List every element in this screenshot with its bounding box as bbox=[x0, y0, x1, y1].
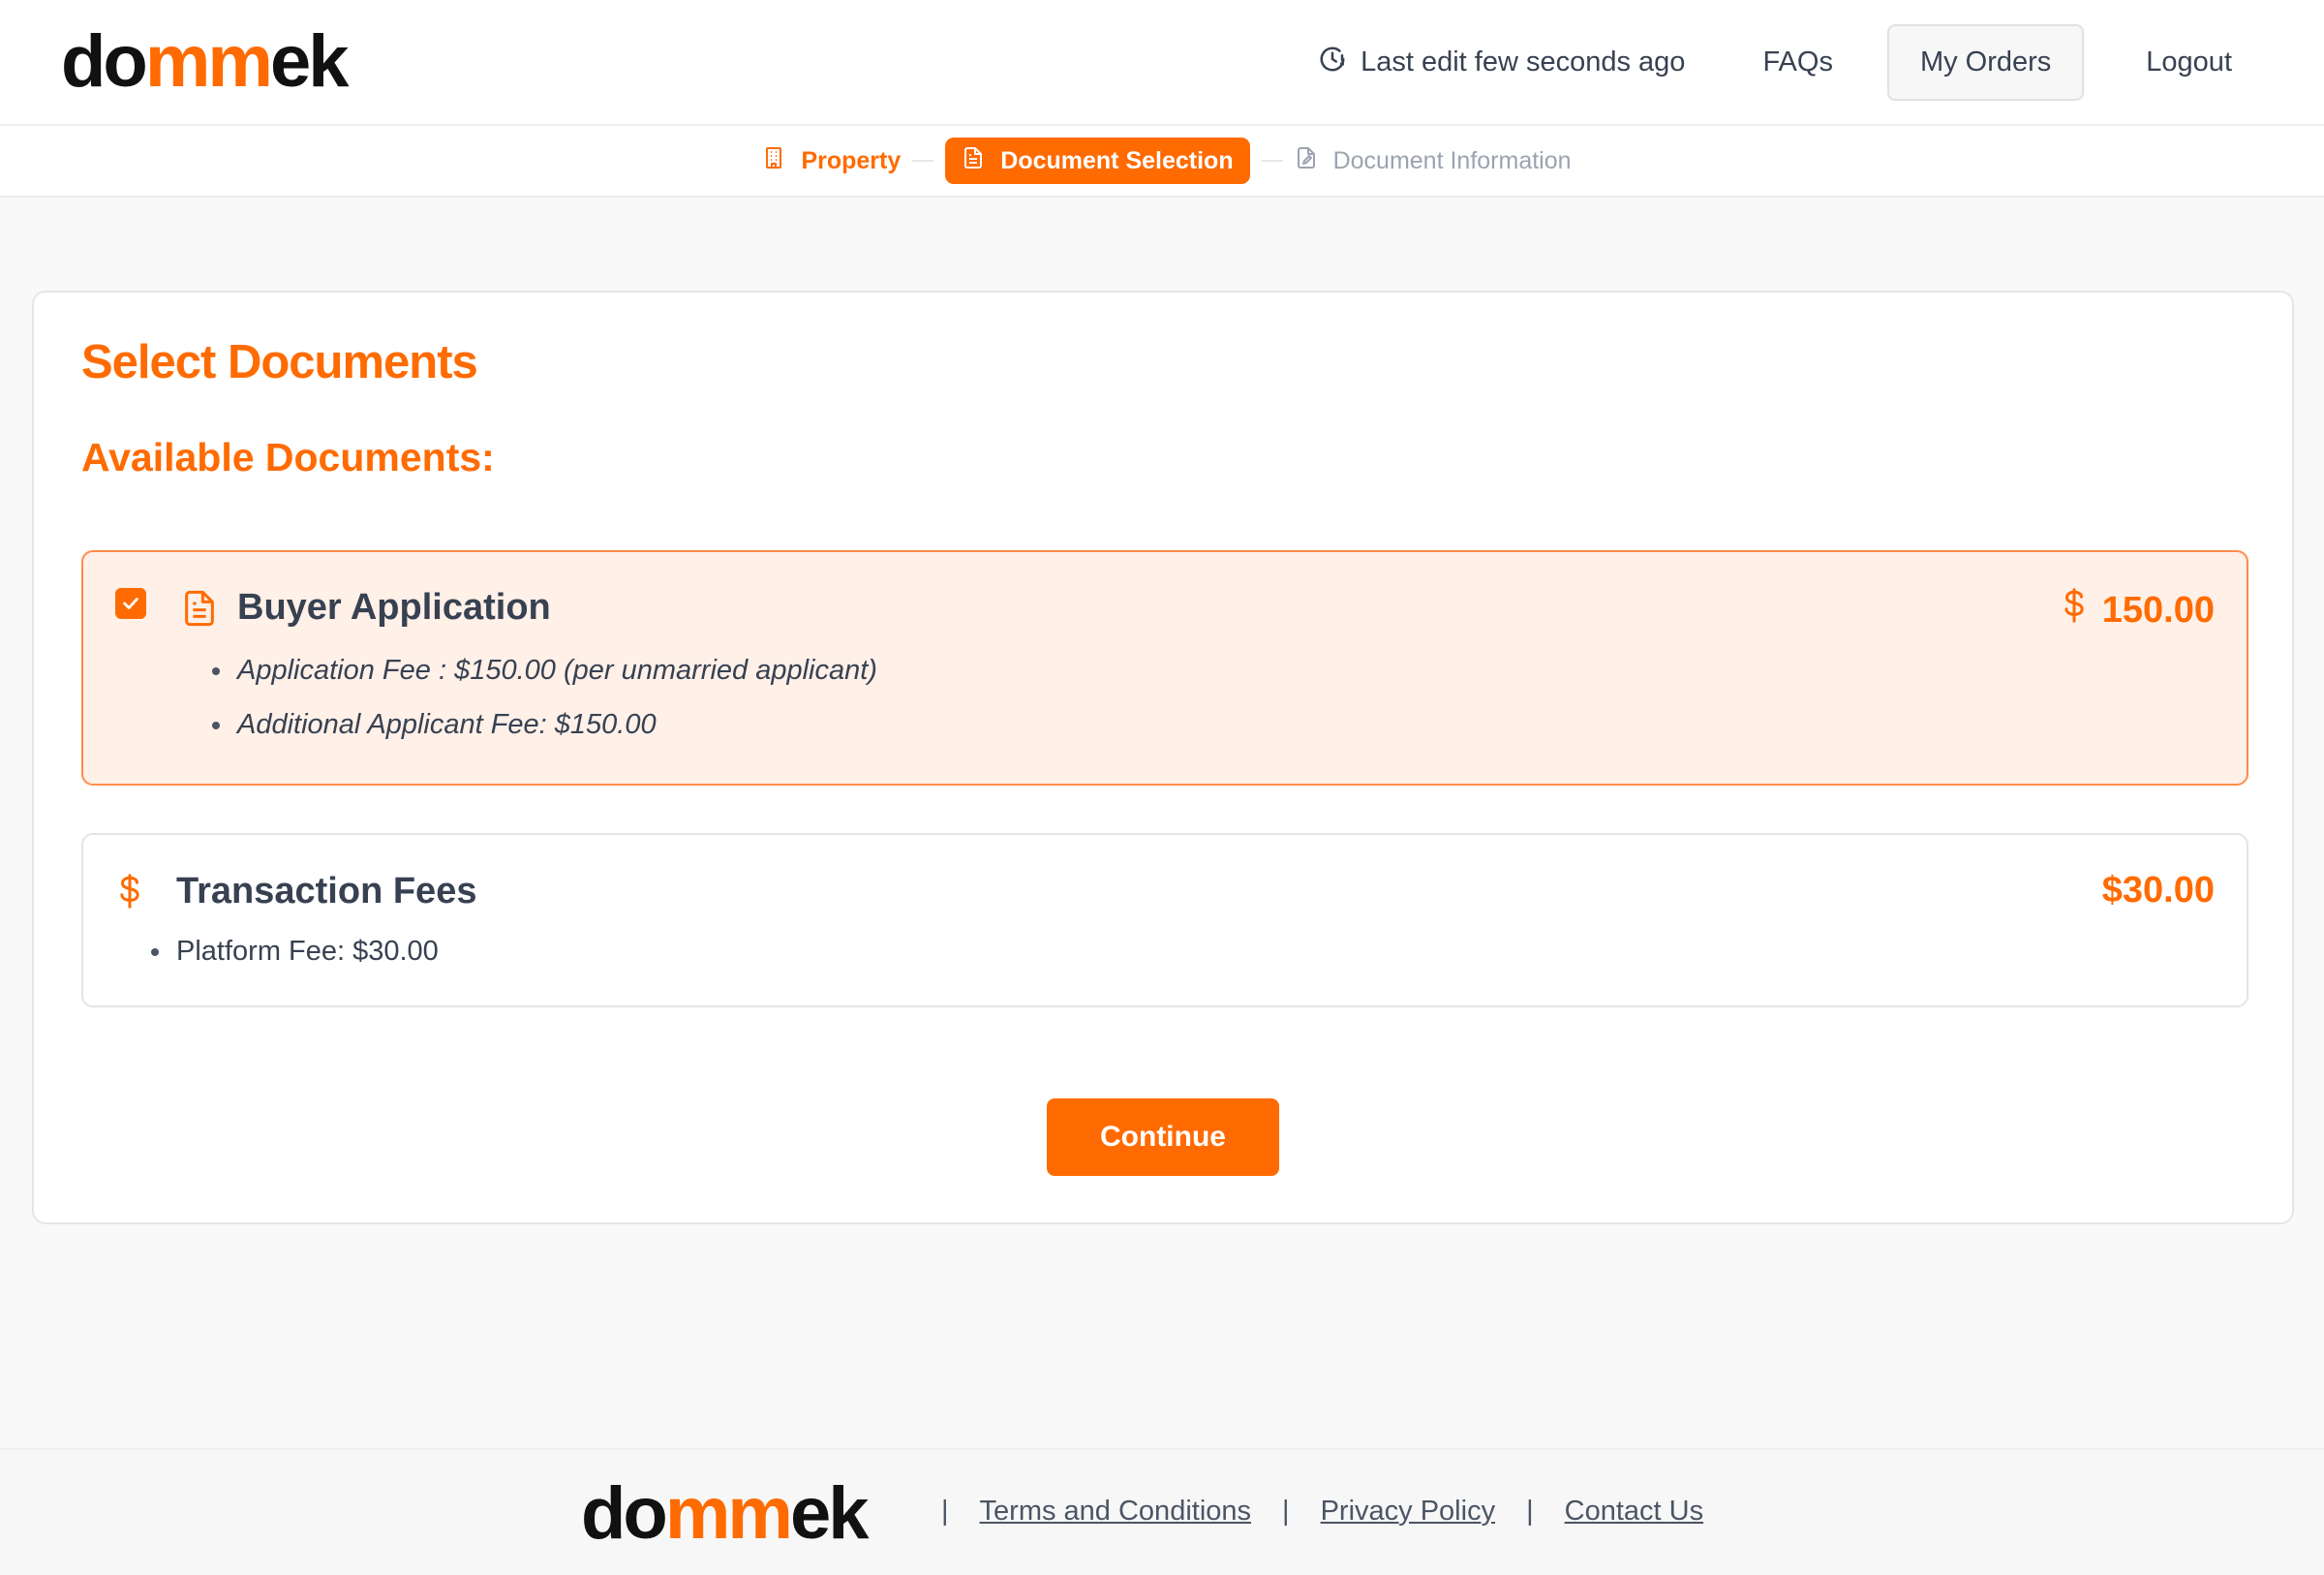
privacy-policy-link[interactable]: Privacy Policy bbox=[1321, 1496, 1496, 1528]
list-item: Additional Applicant Fee: $150.00 bbox=[212, 697, 877, 752]
continue-button[interactable]: Continue bbox=[1047, 1098, 1279, 1176]
step-document-information[interactable]: Document Information bbox=[1295, 138, 1572, 184]
document-icon bbox=[962, 146, 1000, 176]
step-connector bbox=[1261, 160, 1283, 162]
fees-price: $30.00 bbox=[2101, 870, 2215, 911]
fees-title: Transaction Fees bbox=[176, 871, 477, 911]
contact-us-link[interactable]: Contact Us bbox=[1565, 1496, 1703, 1528]
page-title: Select Documents bbox=[81, 336, 478, 388]
footer-links: | Terms and Conditions | Privacy Policy … bbox=[910, 1487, 1703, 1535]
list-item: Application Fee : $150.00 (per unmarried… bbox=[212, 643, 877, 697]
document-option-buyer-application[interactable]: Buyer Application 150.00 Application Fee… bbox=[81, 550, 2248, 786]
document-price: 150.00 bbox=[2060, 587, 2215, 633]
dollar-icon bbox=[115, 872, 144, 915]
clock-icon bbox=[1318, 45, 1361, 81]
document-icon bbox=[180, 589, 219, 633]
separator: | bbox=[1526, 1495, 1534, 1527]
step-document-selection[interactable]: Document Selection bbox=[945, 138, 1250, 184]
document-checkbox[interactable] bbox=[115, 588, 146, 619]
my-orders-button[interactable]: My Orders bbox=[1886, 24, 2085, 101]
select-documents-card: Select Documents Available Documents: Bu… bbox=[32, 291, 2294, 1224]
faqs-link[interactable]: FAQs bbox=[1762, 46, 1833, 78]
top-navigation-bar: do mm ek Last edit few seconds ago FAQs My… bbox=[0, 0, 2324, 126]
step-property[interactable]: Property bbox=[762, 138, 901, 184]
separator: | bbox=[1282, 1495, 1290, 1527]
separator: | bbox=[941, 1495, 949, 1527]
header-nav: Last edit few seconds ago FAQs My Orders… bbox=[1318, 24, 2324, 101]
dommek-logo[interactable]: do mm ek bbox=[61, 19, 350, 104]
document-name: Buyer Application bbox=[237, 587, 551, 628]
footer-logo[interactable]: do mm ek bbox=[581, 1471, 870, 1556]
transaction-fees-panel: Transaction Fees $30.00 Platform Fee: $3… bbox=[81, 833, 2248, 1007]
checkmark-icon bbox=[123, 598, 138, 609]
progress-stepper: Property Document Selection Document Inf… bbox=[0, 126, 2324, 198]
last-edit-status: Last edit few seconds ago bbox=[1318, 45, 1685, 81]
building-icon bbox=[762, 146, 801, 176]
document-details-list: Application Fee : $150.00 (per unmarried… bbox=[212, 643, 877, 752]
fees-details-list: Platform Fee: $30.00 bbox=[151, 924, 439, 978]
dollar-icon bbox=[2060, 587, 2102, 633]
footer: do mm ek | Terms and Conditions | Privacy … bbox=[0, 1448, 2324, 1575]
terms-link[interactable]: Terms and Conditions bbox=[980, 1496, 1251, 1528]
step-connector bbox=[912, 160, 934, 162]
list-item: Platform Fee: $30.00 bbox=[151, 924, 439, 978]
document-edit-icon bbox=[1295, 146, 1333, 176]
section-subtitle: Available Documents: bbox=[81, 435, 495, 479]
logout-button[interactable]: Logout bbox=[2146, 46, 2232, 78]
